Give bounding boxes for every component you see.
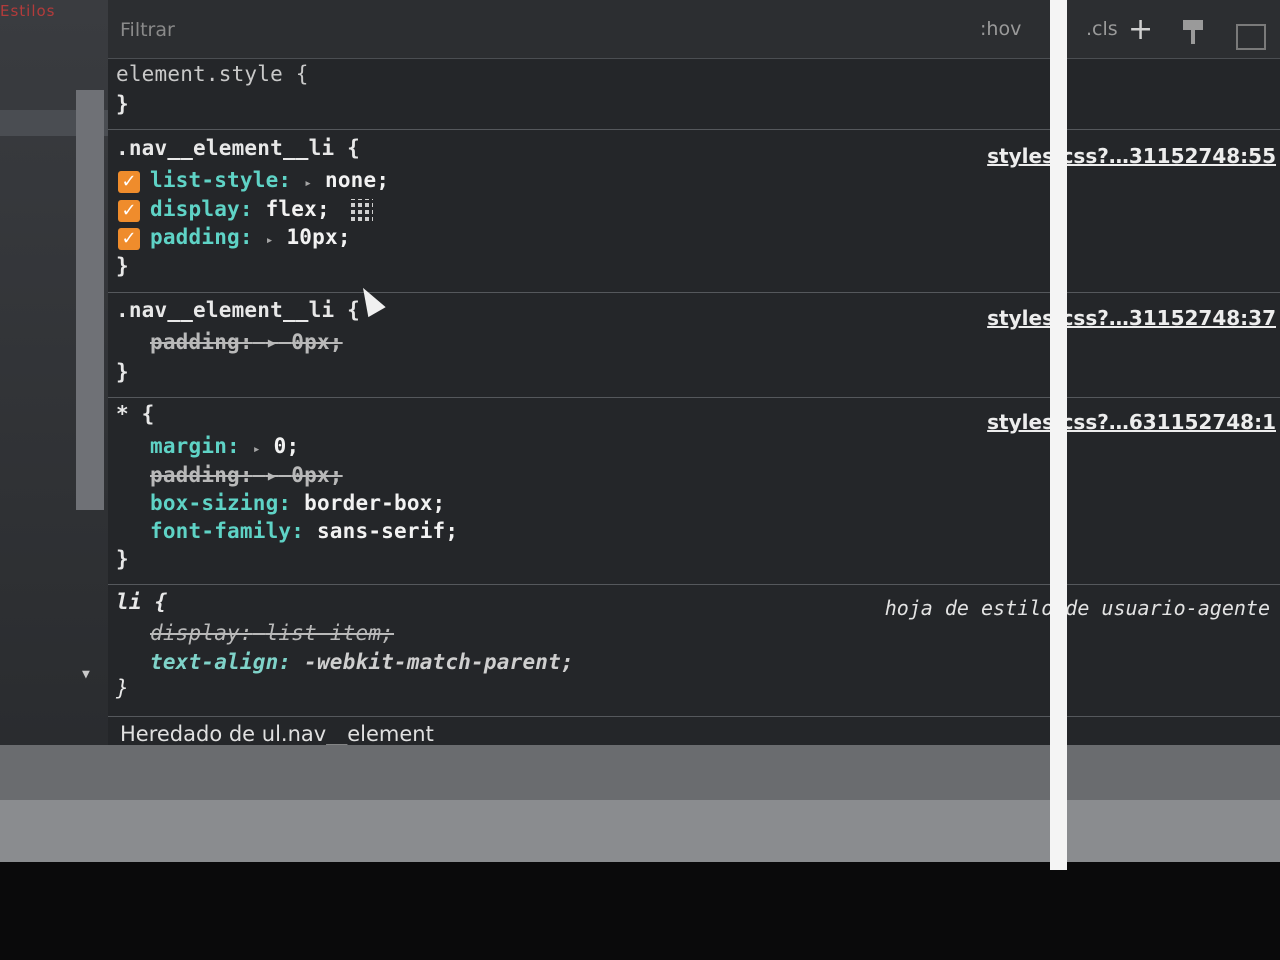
left-scrollbar[interactable] <box>76 90 104 510</box>
property-value[interactable]: 10px; <box>286 225 350 249</box>
hov-button[interactable]: :hov <box>980 18 1021 40</box>
expand-triangle-icon[interactable]: ▸ <box>266 330 279 354</box>
user-agent-stylesheet-label: hoja de estilo de usuario-agente <box>884 596 1270 620</box>
screen-bezel <box>0 862 1280 960</box>
left-panel: Estilos ▼ <box>0 0 108 745</box>
property-name[interactable]: padding: <box>150 463 253 487</box>
rule-close-brace: } <box>116 92 129 116</box>
rule-divider <box>108 716 1280 717</box>
bottom-panel-lower <box>0 800 1280 862</box>
sidebar-tab-label[interactable]: Estilos <box>0 2 56 20</box>
property-value[interactable]: list-item; <box>266 621 394 645</box>
source-link[interactable]: styles.css?…31152748:55 <box>987 144 1276 168</box>
scroll-down-arrow-icon[interactable]: ▼ <box>82 667 90 682</box>
rule-close-brace: } <box>116 547 129 571</box>
rule-close-brace: } <box>116 676 129 700</box>
filter-input[interactable] <box>118 14 422 46</box>
property-value[interactable]: border-box; <box>304 491 445 515</box>
rule-selector[interactable]: .nav__element__li { <box>116 136 360 160</box>
source-link[interactable]: styles.css?…31152748:37 <box>987 306 1276 330</box>
property-value[interactable]: none; <box>325 168 389 192</box>
declaration[interactable]: display: flex; <box>150 197 373 221</box>
overridden-declaration[interactable]: display: list-item; <box>150 621 394 645</box>
property-name[interactable]: display: <box>150 197 253 221</box>
declaration[interactable]: margin: ▸ 0; <box>150 434 299 458</box>
property-name[interactable]: font-family: <box>150 519 304 543</box>
overridden-declaration[interactable]: padding: ▸ 0px; <box>150 463 343 487</box>
styles-pane: :hov .cls + element.style { } .nav__elem… <box>108 0 1280 745</box>
expand-triangle-icon[interactable]: ▸ <box>266 463 279 487</box>
declaration[interactable]: font-family: sans-serif; <box>150 519 458 543</box>
property-name[interactable]: display: <box>150 621 253 645</box>
new-style-rule-button[interactable]: + <box>1128 12 1153 47</box>
overridden-declaration[interactable]: padding: ▸ 0px; <box>150 330 343 354</box>
declaration[interactable]: box-sizing: border-box; <box>150 491 445 515</box>
rule-divider <box>108 397 1280 398</box>
source-link[interactable]: styles.css?…631152748:1 <box>987 410 1276 434</box>
paint-brush-icon[interactable] <box>1180 18 1206 46</box>
expand-triangle-icon[interactable]: ▸ <box>304 176 312 191</box>
rule-selector[interactable]: li { <box>116 590 167 614</box>
property-value[interactable]: sans-serif; <box>317 519 458 543</box>
screen-artifact-line <box>1050 0 1067 870</box>
rule-selector[interactable]: * { <box>116 402 155 426</box>
property-checkbox[interactable]: ✓ <box>118 171 140 193</box>
rule-close-brace: } <box>116 360 129 384</box>
property-value[interactable]: 0px; <box>291 330 342 354</box>
property-name[interactable]: box-sizing: <box>150 491 291 515</box>
toggle-sidebar-icon[interactable] <box>1236 24 1266 50</box>
rule-selector[interactable]: .nav__element__li { <box>116 298 360 322</box>
cls-button[interactable]: .cls <box>1086 18 1118 40</box>
property-value[interactable]: 0; <box>274 434 300 458</box>
property-value[interactable]: -webkit-match-parent; <box>304 650 574 674</box>
rule-divider <box>108 292 1280 293</box>
property-checkbox[interactable]: ✓ <box>118 200 140 222</box>
rule-divider <box>108 129 1280 130</box>
expand-triangle-icon[interactable]: ▸ <box>266 233 274 248</box>
rule-close-brace: } <box>116 254 129 278</box>
property-name[interactable]: margin: <box>150 434 240 458</box>
property-value[interactable]: flex; <box>266 197 330 221</box>
property-name[interactable]: text-align: <box>150 650 291 674</box>
property-name[interactable]: padding: <box>150 225 253 249</box>
property-name[interactable]: list-style: <box>150 168 291 192</box>
bottom-panel <box>0 745 1280 800</box>
flex-editor-icon[interactable] <box>350 199 373 221</box>
rule-selector[interactable]: element.style { <box>116 62 309 86</box>
inherited-from-label: Heredado de ul.nav__element <box>120 722 434 745</box>
property-value[interactable]: 0px; <box>291 463 342 487</box>
property-name[interactable]: padding: <box>150 330 253 354</box>
property-checkbox[interactable]: ✓ <box>118 228 140 250</box>
styles-toolbar: :hov .cls + <box>108 0 1280 59</box>
declaration[interactable]: list-style: ▸ none; <box>150 168 389 192</box>
expand-triangle-icon[interactable]: ▸ <box>253 442 261 457</box>
declaration[interactable]: padding: ▸ 10px; <box>150 225 351 249</box>
declaration[interactable]: text-align: -webkit-match-parent; <box>150 650 574 674</box>
rule-divider <box>108 584 1280 585</box>
